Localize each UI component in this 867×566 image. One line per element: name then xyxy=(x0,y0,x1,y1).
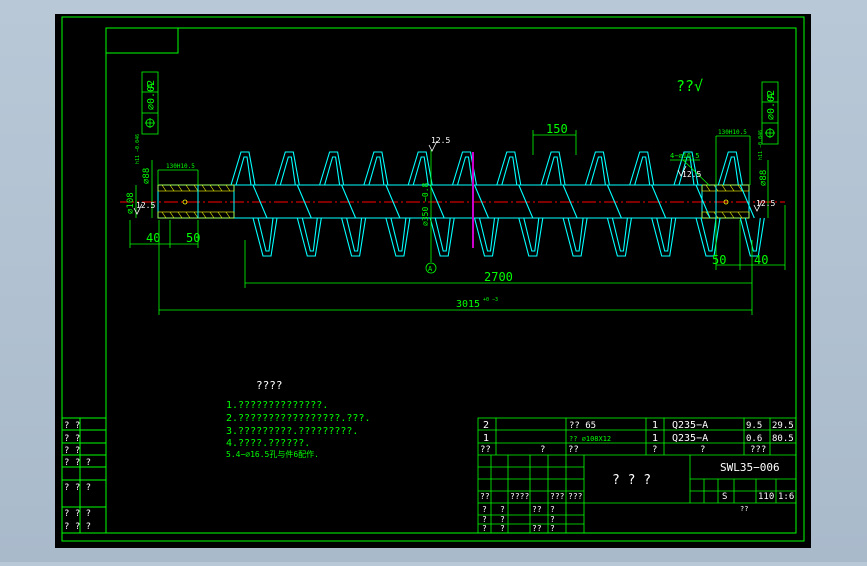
right-hub-fit: h11 −0.046 xyxy=(758,130,764,160)
bom-row-no: 1 xyxy=(483,433,489,444)
bom-header: ? xyxy=(540,445,545,455)
left-hub-diameter: ⌀88 xyxy=(142,168,152,184)
left-shaft-diameter: ⌀108 xyxy=(126,192,136,214)
bom-row-no: 2 xyxy=(483,420,489,431)
bom-header: ? xyxy=(700,445,705,455)
left-table-cell: ? ? ? xyxy=(64,522,91,532)
bom-row-total: 29.5 xyxy=(772,421,794,431)
total-length-tolerance: +0 −3 xyxy=(483,297,498,303)
sheet-label: ?? xyxy=(740,505,748,513)
signature-cell: ? xyxy=(482,505,487,514)
signature-cell: ??? xyxy=(568,492,583,501)
drawing-number: SWL35−006 xyxy=(720,461,780,474)
signature-cell: ? xyxy=(500,515,505,524)
left-table-cell: ? ? xyxy=(64,434,80,444)
bom-row-qty: 1 xyxy=(652,420,658,431)
screw-length-dimension: 2700 xyxy=(484,270,513,284)
right-bore-dimension: 130H10.5 xyxy=(718,129,747,136)
left-table-cell: ? ? ? xyxy=(64,458,91,468)
signature-cell: ???? xyxy=(510,492,529,501)
right-hub-diameter: ⌀88 xyxy=(759,170,769,186)
note-line: 4.????.??????. xyxy=(226,438,310,449)
drawing-sheet: ? ? ? ? ? ? ? ? ? ? ? ? ? ? ? ? ? ? A ⌀0… xyxy=(55,14,811,548)
right-end-dimension-50: 50 xyxy=(712,253,726,267)
bom-header: ??? xyxy=(750,445,766,455)
bom-row-material: Q235−A xyxy=(672,420,708,431)
bom-header: ?? xyxy=(480,445,491,455)
bom-row-qty: 1 xyxy=(652,433,658,444)
right-end-dimension-40: 40 xyxy=(754,253,768,267)
signature-cell: ? xyxy=(500,505,505,514)
bom-header: ? xyxy=(652,445,657,455)
note-line: 5.4−⌀16.5孔与件6配作. xyxy=(226,449,319,459)
left-bore-dimension: 130H10.5 xyxy=(166,163,195,170)
left-table-cell: ? ? ? xyxy=(64,509,91,519)
part-scale: 1:6 xyxy=(778,492,794,502)
left-hub-fit: h11 −0.046 xyxy=(135,134,141,164)
note-line: 3.?????????.?????????. xyxy=(226,426,358,437)
signature-cell: ? xyxy=(482,515,487,524)
signature-cell: ?? xyxy=(532,524,542,533)
part-name: ? ? ? xyxy=(612,473,651,488)
bom-row-unit: 0.6 xyxy=(746,434,762,444)
cad-viewport[interactable]: ? ? ? ? ? ? ? ? ? ? ? ? ? ? ? ? ? ? A ⌀0… xyxy=(0,0,867,562)
bom-row-name: ?? 65 xyxy=(569,421,596,431)
right-datum-ref: A xyxy=(766,93,777,99)
notes-title: ???? xyxy=(256,379,283,392)
left-datum-ref: A xyxy=(146,83,157,89)
signature-cell: ? xyxy=(550,524,555,533)
pitch-dimension: 150 xyxy=(546,122,568,136)
bom-header: ?? xyxy=(568,445,579,455)
note-line: 2.?????????????????.???. xyxy=(226,413,371,424)
signature-cell: ? xyxy=(550,515,555,524)
signature-cell: ?? xyxy=(532,505,542,514)
signature-cell: ? xyxy=(550,505,555,514)
left-table-cell: ? ? xyxy=(64,421,80,431)
left-table-cell: ? ? ? xyxy=(64,483,91,493)
signature-cell: ??? xyxy=(550,492,565,501)
hole-callout: 4−⌀16.5 xyxy=(670,152,700,160)
roughness-hole-value: 12.5 xyxy=(682,170,701,179)
signature-cell: ? xyxy=(482,524,487,533)
part-mass: 110 xyxy=(758,492,774,502)
note-line: 1.??????????????. xyxy=(226,400,328,411)
roughness-top-value: 12.5 xyxy=(431,136,450,145)
total-length-dimension: 3015 xyxy=(456,299,480,310)
outer-diameter-dimension: ⌀350 −0.8 xyxy=(421,182,430,226)
bom-row-total: 80.5 xyxy=(772,434,794,444)
left-end-dimension-50: 50 xyxy=(186,231,200,245)
bom-row-name: ?? ⌀108X12 xyxy=(569,435,611,443)
roughness-left-value: 12.5 xyxy=(136,201,155,210)
signature-cell: ?? xyxy=(480,492,490,501)
scale-label: S xyxy=(722,492,727,502)
roughness-right-value: 12.5 xyxy=(756,199,775,208)
left-end-dimension-40: 40 xyxy=(146,231,160,245)
bom-row-material: Q235−A xyxy=(672,433,708,444)
roughness-all-note: ??√ xyxy=(676,77,703,95)
bom-row-unit: 9.5 xyxy=(746,421,762,431)
left-table-cell: ? ? xyxy=(64,446,80,456)
signature-cell: ? xyxy=(500,524,505,533)
